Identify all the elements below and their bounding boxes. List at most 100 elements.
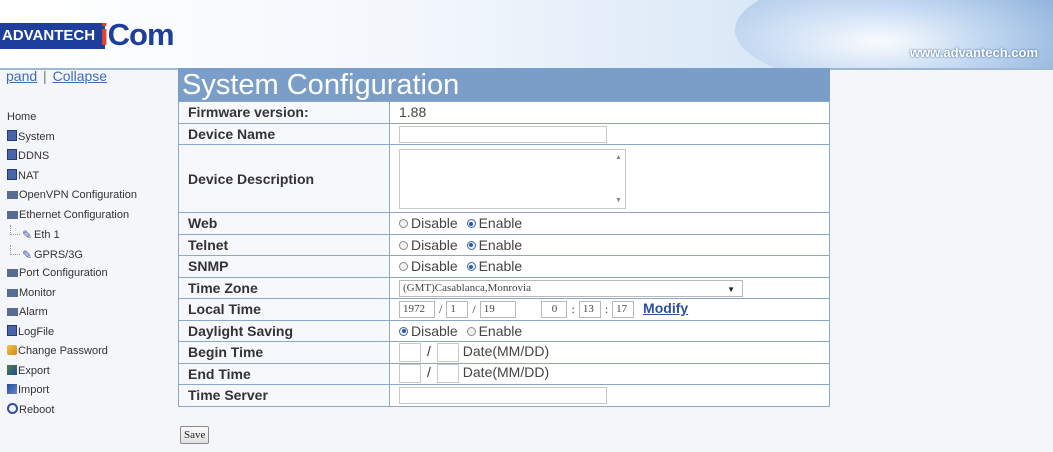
minute-input[interactable]: 13 xyxy=(578,301,601,319)
web-disable-option[interactable]: Disable xyxy=(399,215,458,231)
sidebar-item-label: DDNS xyxy=(18,150,50,162)
sidebar-item-reboot[interactable]: Reboot xyxy=(0,401,137,421)
date-separator: / xyxy=(472,302,476,317)
export-icon xyxy=(7,364,17,375)
snmp-enable-option[interactable]: Enable xyxy=(466,258,522,274)
folder-icon xyxy=(7,269,18,277)
daylight-enable-option[interactable]: Enable xyxy=(466,322,523,339)
month-input[interactable]: 1 xyxy=(446,301,469,319)
sidebar-item-label: Port Configuration xyxy=(19,267,108,279)
site-url: www.advantech.com xyxy=(909,45,1038,60)
row-device-name: Device Name xyxy=(178,122,830,145)
hour-input[interactable]: 0 xyxy=(541,301,568,319)
modify-link[interactable]: Modify xyxy=(643,300,688,316)
date-separator: / xyxy=(427,364,431,381)
sidebar-item-openvpn[interactable]: OpenVPN Configuration xyxy=(0,186,137,206)
row-device-description: Device Description ▲ ▼ xyxy=(178,144,830,213)
web-enable-option[interactable]: Enable xyxy=(466,215,522,231)
snmp-label: SNMP xyxy=(178,255,390,278)
row-daylight-saving: Daylight Saving Disable Enable xyxy=(178,319,830,342)
time-zone-select[interactable]: (GMT)Casablanca,Monrovia ▼ xyxy=(399,279,743,297)
tree-connector xyxy=(10,225,20,235)
device-description-textarea[interactable]: ▲ ▼ xyxy=(399,148,626,209)
snmp-disable-option[interactable]: Disable xyxy=(399,258,458,274)
disable-label: Disable xyxy=(411,236,458,253)
telnet-disable-radio[interactable] xyxy=(399,240,408,250)
sidebar-item-label: Export xyxy=(18,364,50,377)
daylight-disable-option[interactable]: Disable xyxy=(399,323,458,339)
collapse-link[interactable]: Collapse xyxy=(53,68,107,84)
sidebar-item-label: Reboot xyxy=(19,403,55,416)
sidebar-item-label: NAT xyxy=(18,169,40,182)
save-button[interactable]: Save xyxy=(180,426,210,444)
header-banner: ADVANTECH iCom www.advantech.com xyxy=(0,0,1053,70)
web-enable-radio[interactable] xyxy=(466,219,476,229)
sidebar-item-nat[interactable]: NAT xyxy=(0,167,137,187)
row-web: Web Disable Enable xyxy=(178,212,830,235)
sidebar-item-label: Ethernet Configuration xyxy=(19,208,130,221)
sidebar-item-export[interactable]: Export xyxy=(0,362,137,382)
end-time-label: End Time xyxy=(178,362,390,385)
scroll-up-icon[interactable]: ▲ xyxy=(615,154,622,161)
time-server-label: Time Server xyxy=(178,384,390,407)
sidebar-item-label: System xyxy=(18,130,55,143)
row-firmware: Firmware version: 1.88 xyxy=(178,101,830,124)
plug-icon: ✎ xyxy=(22,228,33,242)
sidebar-item-ddns[interactable]: DDNS xyxy=(0,147,137,167)
local-time-label: Local Time xyxy=(178,298,390,321)
date-separator: / xyxy=(427,342,431,359)
begin-month-input[interactable] xyxy=(399,342,421,362)
begin-day-input[interactable] xyxy=(436,342,459,362)
page-icon xyxy=(7,168,17,180)
sidebar-item-ethernet[interactable]: Ethernet Configuration xyxy=(0,206,137,226)
snmp-disable-radio[interactable] xyxy=(399,262,408,272)
reboot-icon xyxy=(7,402,18,414)
sidebar-item-monitor[interactable]: Monitor xyxy=(0,284,137,304)
key-icon xyxy=(7,345,17,355)
page-icon xyxy=(7,149,17,160)
year-input[interactable]: 1972 xyxy=(399,301,435,319)
web-disable-radio[interactable] xyxy=(399,219,408,229)
sidebar-item-home[interactable]: Home xyxy=(0,108,137,128)
sidebar-item-port-config[interactable]: Port Configuration xyxy=(0,264,137,284)
time-separator: : xyxy=(604,302,609,317)
date-format-hint: Date(MM/DD) xyxy=(462,342,550,359)
second-input[interactable]: 17 xyxy=(612,301,635,319)
expand-link[interactable]: pand xyxy=(6,68,37,84)
sidebar-item-eth1[interactable]: ✎ Eth 1 xyxy=(0,225,137,245)
sidebar-item-label: GPRS/3G xyxy=(34,248,83,261)
end-day-input[interactable] xyxy=(436,364,459,384)
textarea-scrollbar[interactable]: ▲ ▼ xyxy=(611,150,625,208)
sidebar-item-label: Alarm xyxy=(19,306,48,318)
sidebar-item-label: Change Password xyxy=(18,345,108,357)
sidebar-item-change-password[interactable]: Change Password xyxy=(0,342,137,362)
sidebar-item-alarm[interactable]: Alarm xyxy=(0,303,137,323)
firmware-label: Firmware version: xyxy=(178,101,390,124)
sidebar-item-gprs[interactable]: ✎ GPRS/3G xyxy=(0,244,137,265)
sidebar-item-label: Eth 1 xyxy=(34,229,60,241)
icom-logo-i: i xyxy=(100,17,109,52)
sidebar-item-import[interactable]: Import xyxy=(0,381,137,401)
row-local-time: Local Time 1972/1/19 0:13:17 Modify xyxy=(178,298,830,321)
chevron-down-icon[interactable]: ▼ xyxy=(727,282,735,297)
device-name-input[interactable] xyxy=(399,125,607,143)
sidebar-item-system[interactable]: System xyxy=(0,128,137,148)
snmp-enable-radio[interactable] xyxy=(466,262,476,272)
sidebar-item-label: Home xyxy=(7,111,37,123)
date-format-hint: Date(MM/DD) xyxy=(462,364,550,381)
folder-icon xyxy=(7,191,18,199)
telnet-enable-option[interactable]: Enable xyxy=(466,237,522,253)
time-server-input[interactable] xyxy=(399,387,607,405)
page-icon xyxy=(7,129,17,141)
daylight-enable-radio[interactable] xyxy=(466,326,476,336)
end-month-input[interactable] xyxy=(399,364,421,384)
telnet-enable-radio[interactable] xyxy=(466,240,476,250)
daylight-disable-radio[interactable] xyxy=(399,326,408,336)
sidebar-item-logfile[interactable]: LogFile xyxy=(0,323,137,343)
row-time-server: Time Server xyxy=(178,384,830,407)
nav-expand-collapse: pand | Collapse xyxy=(6,68,107,84)
telnet-disable-option[interactable]: Disable xyxy=(399,237,458,253)
day-input[interactable]: 19 xyxy=(479,301,516,319)
scroll-down-icon[interactable]: ▼ xyxy=(615,197,622,204)
enable-label: Enable xyxy=(478,322,523,339)
